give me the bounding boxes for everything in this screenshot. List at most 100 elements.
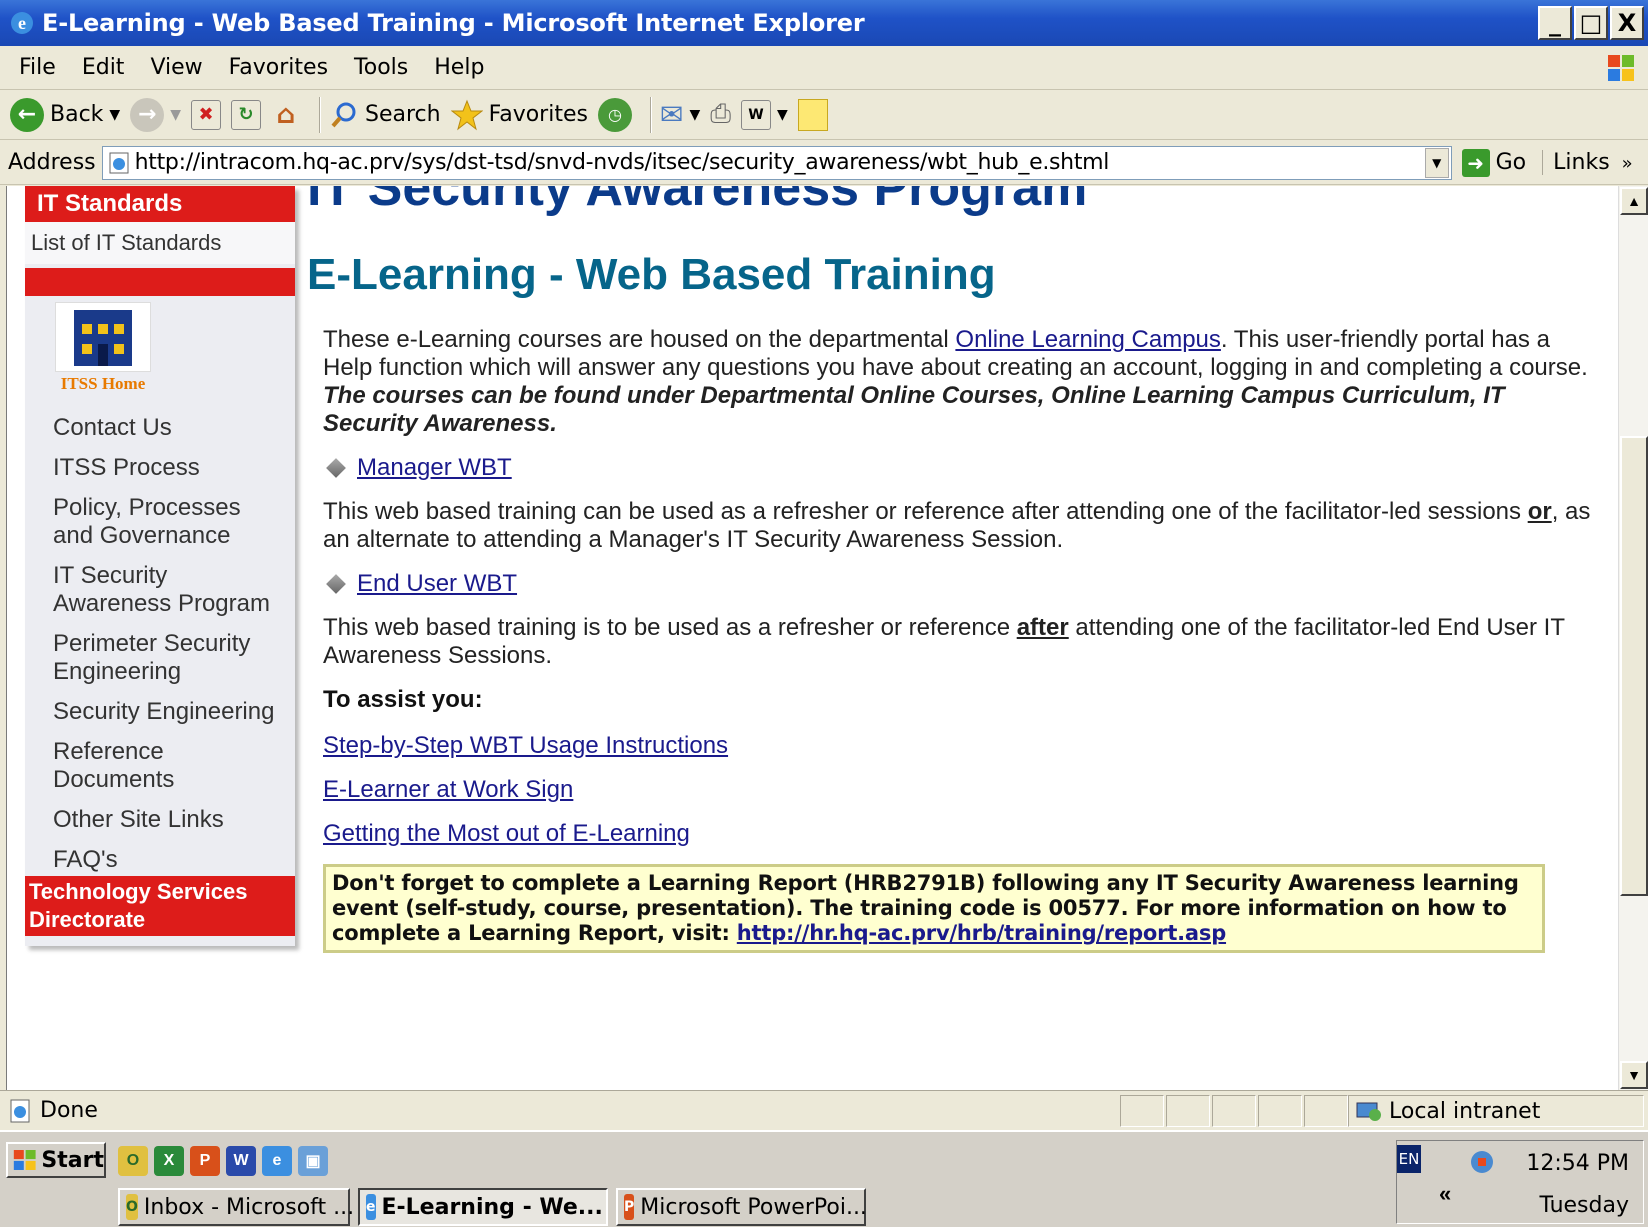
refresh-button[interactable]: ↻ xyxy=(230,99,261,130)
nav-item-policy[interactable]: Policy, Processes and Governance xyxy=(25,494,295,550)
address-input[interactable]: http://intracom.hq-ac.prv/sys/dst-tsd/sn… xyxy=(101,145,1452,180)
note-icon xyxy=(797,98,828,131)
status-pane xyxy=(1120,1095,1164,1127)
task-button-outlook[interactable]: O Inbox - Microsoft ... xyxy=(118,1188,354,1226)
nav-item-other-site-links[interactable]: Other Site Links xyxy=(25,806,295,834)
online-learning-campus-link[interactable]: Online Learning Campus xyxy=(955,326,1221,353)
network-icon[interactable] xyxy=(1467,1147,1497,1177)
mail-button[interactable]: ✉ ▼ xyxy=(660,98,700,131)
home-button[interactable]: ⌂ xyxy=(271,100,301,130)
favorites-button[interactable]: Favorites xyxy=(450,99,588,131)
status-pane xyxy=(1304,1095,1348,1127)
excel-icon[interactable]: X xyxy=(154,1146,184,1176)
intranet-icon xyxy=(1356,1102,1381,1121)
history-button[interactable]: ◷ xyxy=(597,97,632,132)
menu-edit[interactable]: Edit xyxy=(69,55,138,80)
task-button-powerpoint[interactable]: P Microsoft PowerPoi... xyxy=(616,1188,867,1226)
menu-help[interactable]: Help xyxy=(421,55,497,80)
nav-item-it-security-awareness[interactable]: IT Security Awareness Program xyxy=(25,562,295,618)
manager-wbt-link[interactable]: Manager WBT xyxy=(357,454,512,482)
standard-toolbar: ← Back ▼ → ▼ ✖ ↻ ⌂ Search Favorites ◷ ✉ ▼… xyxy=(0,90,1648,140)
outlook-icon[interactable]: O xyxy=(118,1146,148,1176)
dropdown-arrow-icon[interactable]: ▼ xyxy=(109,107,120,123)
end-user-wbt-link[interactable]: End User WBT xyxy=(357,570,517,598)
system-tray: EN « 12:54 PM Tuesday xyxy=(1396,1140,1644,1224)
language-indicator[interactable]: EN xyxy=(1397,1145,1421,1173)
list-item: Manager WBT xyxy=(323,454,1593,482)
powerpoint-icon[interactable]: P xyxy=(190,1146,220,1176)
vertical-scrollbar[interactable]: ▲ ▼ xyxy=(1618,186,1648,1090)
print-button[interactable]: ⎙ xyxy=(710,99,731,130)
printer-icon: ⎙ xyxy=(710,99,732,129)
show-hidden-icons-icon[interactable]: « xyxy=(1439,1181,1451,1207)
search-label: Search xyxy=(364,102,441,127)
edit-button[interactable]: W ▼ xyxy=(741,99,788,130)
back-button[interactable]: ← Back ▼ xyxy=(10,97,120,132)
go-button[interactable]: ➜ Go xyxy=(1461,148,1526,177)
menu-view[interactable]: View xyxy=(137,55,215,80)
enduser-desc-after: after xyxy=(1016,614,1069,641)
menu-tools[interactable]: Tools xyxy=(341,55,421,80)
star-icon xyxy=(450,99,483,130)
dropdown-arrow-icon[interactable]: ▼ xyxy=(170,107,181,123)
nav-link-it-standards[interactable]: List of IT Standards xyxy=(25,222,295,264)
stop-button[interactable]: ✖ xyxy=(190,99,221,130)
nav-item-faqs[interactable]: FAQ's xyxy=(25,846,295,874)
assist-heading: To assist you: xyxy=(323,686,483,713)
dropdown-arrow-icon[interactable]: ▼ xyxy=(777,107,788,123)
nav-footer-link[interactable]: Technology Services Directorate xyxy=(25,876,295,936)
nav-item-contact-us[interactable]: Contact Us xyxy=(25,414,295,442)
nav-item-reference-documents[interactable]: Reference Documents xyxy=(25,738,295,794)
address-dropdown-icon[interactable]: ▼ xyxy=(1424,147,1449,178)
minimize-button[interactable]: _ xyxy=(1538,6,1572,40)
menu-file[interactable]: File xyxy=(6,55,69,80)
task-label: Microsoft PowerPoi... xyxy=(640,1194,867,1220)
getting-most-link[interactable]: Getting the Most out of E-Learning xyxy=(323,820,690,847)
svg-text:e: e xyxy=(18,13,26,33)
internet-explorer-icon[interactable]: e xyxy=(262,1146,292,1176)
e-learner-sign-link[interactable]: E-Learner at Work Sign xyxy=(323,776,573,803)
end-user-description: This web based training is to be used as… xyxy=(323,614,1593,670)
go-arrow-icon: ➜ xyxy=(1461,148,1490,177)
left-navigation: IT Standards List of IT Standards ITSS H… xyxy=(25,186,295,946)
clock[interactable]: 12:54 PM xyxy=(1526,1151,1629,1176)
forward-button[interactable]: → ▼ xyxy=(130,97,181,132)
manager-description: This web based training can be used as a… xyxy=(323,498,1593,554)
learning-report-link[interactable]: http://hr.hq-ac.prv/hrb/training/report.… xyxy=(737,921,1226,945)
quick-launch: O X P W e ▣ xyxy=(118,1146,328,1176)
task-button-ie[interactable]: e E-Learning - We... xyxy=(358,1188,608,1226)
nav-section-header[interactable]: IT Standards xyxy=(25,186,295,222)
maximize-button[interactable]: □ xyxy=(1574,6,1608,40)
start-button[interactable]: Start xyxy=(6,1142,106,1178)
close-button[interactable]: X xyxy=(1610,6,1644,40)
notes-button[interactable] xyxy=(797,98,828,131)
search-icon xyxy=(331,102,356,127)
scroll-thumb[interactable] xyxy=(1620,436,1648,896)
intro-paragraph: These e-Learning courses are housed on t… xyxy=(323,326,1593,438)
word-icon: W xyxy=(741,99,772,130)
intro-text: These e-Learning courses are housed on t… xyxy=(323,326,956,353)
menu-bar: File Edit View Favorites Tools Help xyxy=(0,46,1648,90)
address-url: http://intracom.hq-ac.prv/sys/dst-tsd/sn… xyxy=(134,150,1110,175)
itss-home-link[interactable]: ITSS Home xyxy=(53,302,153,402)
nav-item-itss-process[interactable]: ITSS Process xyxy=(25,454,295,482)
links-button[interactable]: Links » xyxy=(1542,150,1633,175)
security-zone: Local intranet xyxy=(1348,1095,1644,1127)
page-icon xyxy=(10,1099,30,1122)
menu-favorites[interactable]: Favorites xyxy=(216,55,341,80)
manager-desc-text: This web based training can be used as a… xyxy=(323,498,1528,525)
search-button[interactable]: Search xyxy=(329,100,441,130)
word-icon[interactable]: W xyxy=(226,1146,256,1176)
home-icon: ⌂ xyxy=(276,99,296,130)
scroll-down-icon[interactable]: ▼ xyxy=(1620,1061,1648,1089)
internet-explorer-icon: e xyxy=(366,1194,376,1220)
nav-item-perimeter-security[interactable]: Perimeter Security Engineering xyxy=(25,630,295,686)
dropdown-arrow-icon[interactable]: ▼ xyxy=(689,107,700,123)
desktop-icon[interactable]: ▣ xyxy=(298,1146,328,1176)
page-title: E-Learning - Web Based Training xyxy=(307,250,996,299)
status-pane xyxy=(1166,1095,1210,1127)
nav-item-security-engineering[interactable]: Security Engineering xyxy=(25,698,295,726)
task-buttons: O Inbox - Microsoft ... e E-Learning - We.… xyxy=(118,1188,867,1226)
scroll-up-icon[interactable]: ▲ xyxy=(1620,187,1648,215)
step-by-step-link[interactable]: Step-by-Step WBT Usage Instructions xyxy=(323,732,728,759)
